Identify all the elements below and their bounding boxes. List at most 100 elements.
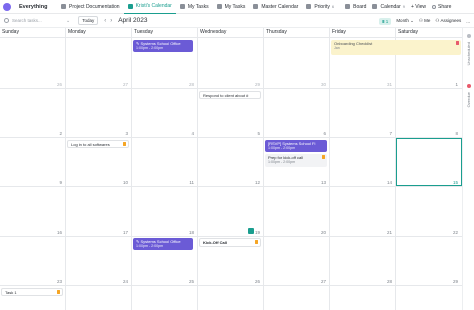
tab-badge: 6 bbox=[331, 4, 335, 9]
search-input[interactable]: Search tasks... bbox=[12, 18, 42, 23]
dow-thursday: Thursday bbox=[266, 29, 287, 35]
list-icon bbox=[179, 4, 185, 9]
today-day-number: 15 bbox=[452, 180, 458, 185]
grid-divider bbox=[263, 28, 264, 310]
day-of-week-header: Sunday Monday Tuesday Wednesday Thursday… bbox=[0, 28, 462, 37]
event-prep-kickoff[interactable]: Prep for kick-off call 1:00pm - 2:00pm bbox=[265, 154, 327, 167]
add-view-button[interactable]: + View bbox=[408, 0, 429, 14]
unscheduled-tab[interactable]: Unscheduled bbox=[466, 42, 471, 65]
event-log-in-softwares[interactable]: Log in to all softwares bbox=[67, 140, 129, 148]
day-number: 26 bbox=[56, 82, 62, 87]
day-number: 9 bbox=[59, 180, 62, 185]
grid-divider bbox=[65, 28, 66, 310]
list-icon bbox=[216, 4, 222, 9]
tab-my-tasks[interactable]: My Tasks bbox=[176, 0, 213, 14]
day-number: 30 bbox=[320, 82, 326, 87]
event-date: Jan bbox=[334, 46, 340, 50]
event-task-1[interactable]: Task 1 bbox=[1, 288, 63, 296]
chevron-down-icon[interactable]: ⌄ bbox=[66, 18, 70, 24]
overdue-count-icon bbox=[467, 84, 471, 88]
board-icon bbox=[345, 4, 351, 9]
tab-kristis-calendar[interactable]: Kristi's Calendar bbox=[123, 0, 176, 14]
tab-calendar[interactable]: Calendar 9 bbox=[369, 0, 408, 14]
dow-saturday: Saturday bbox=[398, 29, 419, 35]
event-kickoff-call[interactable]: Kick-Off Call bbox=[199, 238, 261, 247]
day-number: 17 bbox=[122, 230, 128, 235]
dow-wednesday: Wednesday bbox=[200, 29, 227, 35]
me-label: Me bbox=[424, 18, 431, 23]
today-button[interactable]: Today bbox=[78, 16, 99, 25]
day-number: 12 bbox=[254, 180, 260, 185]
day-number: 27 bbox=[122, 82, 128, 87]
unscheduled-count-icon bbox=[467, 34, 471, 38]
grid-divider bbox=[131, 28, 132, 310]
share-button[interactable]: Share bbox=[429, 0, 454, 14]
day-number: 2 bbox=[59, 131, 62, 136]
assignees-filter[interactable]: ⚇ Assignees bbox=[435, 18, 461, 24]
tab-project-documentation[interactable]: Project Documentation bbox=[57, 0, 124, 14]
dow-friday: Friday bbox=[332, 29, 346, 35]
event-respond-to-client[interactable]: Respond to client about # bbox=[199, 91, 261, 99]
tab-badge: 9 bbox=[402, 4, 405, 9]
day-number: 25 bbox=[188, 279, 194, 284]
tab-label: Project Documentation bbox=[69, 3, 120, 10]
workspace-switcher[interactable]: Everything bbox=[0, 2, 57, 11]
toolbar-right: ⩩ 1 Month ⌄ ⚇ Me ⚇ Assignees ... bbox=[379, 14, 470, 28]
event-title: Task 1 bbox=[5, 290, 17, 295]
day-number: 29 bbox=[452, 279, 458, 284]
priority-flag-icon bbox=[456, 41, 459, 45]
event-time: 1:00pm - 2:00pm bbox=[268, 146, 296, 150]
calendar-icon bbox=[253, 4, 259, 9]
priority-flag-icon bbox=[255, 240, 258, 244]
day-number: 22 bbox=[452, 230, 458, 235]
filter-button[interactable]: ⩩ 1 bbox=[379, 17, 392, 25]
event-title: Respond to client about # bbox=[203, 93, 249, 98]
day-number: 5 bbox=[257, 131, 260, 136]
calendar-icon bbox=[127, 3, 133, 9]
tab-my-tasks-2[interactable]: My Tasks bbox=[213, 0, 250, 14]
tab-priority[interactable]: Priority 6 bbox=[302, 0, 338, 14]
search-box[interactable]: Search tasks... bbox=[0, 18, 66, 23]
event-title: Kick-Off Call bbox=[203, 240, 228, 245]
day-number: 29 bbox=[254, 82, 260, 87]
day-number: 4 bbox=[191, 131, 194, 136]
overdue-tab[interactable]: Overdue bbox=[466, 92, 471, 107]
more-options-icon[interactable]: ... bbox=[466, 19, 470, 24]
day-number: 31 bbox=[386, 82, 392, 87]
priority-flag-icon bbox=[123, 142, 126, 146]
day-number: 6 bbox=[323, 131, 326, 136]
search-icon bbox=[4, 18, 9, 23]
grid-divider bbox=[197, 28, 198, 310]
day-number: 13 bbox=[320, 180, 326, 185]
today-cell[interactable] bbox=[396, 138, 462, 186]
calendar-toolbar: Search tasks... ⌄ Today ‹ › April 2023 ⩩… bbox=[0, 14, 474, 28]
tab-label: Master Calendar bbox=[261, 3, 299, 10]
month-label: April 2023 bbox=[118, 17, 148, 24]
me-filter[interactable]: ⚇ Me bbox=[419, 18, 431, 24]
tab-board[interactable]: Board bbox=[342, 0, 369, 14]
add-task-icon[interactable] bbox=[248, 228, 254, 234]
next-month-icon[interactable]: › bbox=[110, 18, 112, 24]
event-onboarding-checklist[interactable]: Onboarding Checklist Jan bbox=[331, 40, 461, 55]
tab-master-calendar[interactable]: Master Calendar bbox=[249, 0, 302, 14]
calendar-icon bbox=[372, 4, 378, 9]
view-mode-select[interactable]: Month ⌄ bbox=[396, 18, 414, 24]
grid-divider bbox=[0, 285, 462, 286]
month-calendar-grid: Sunday Monday Tuesday Wednesday Thursday… bbox=[0, 28, 462, 310]
dow-sunday: Sunday bbox=[2, 29, 19, 35]
event-systems-school-office-2[interactable]: ✎ Systems School Office 1:00pm - 2:00pm bbox=[133, 238, 193, 250]
tab-label: Priority bbox=[314, 3, 330, 10]
day-number: 26 bbox=[254, 279, 260, 284]
day-number: 14 bbox=[386, 180, 392, 185]
prev-month-icon[interactable]: ‹ bbox=[104, 18, 106, 24]
view-mode-label: Month bbox=[396, 18, 409, 23]
event-rsvp-systems-school[interactable]: [RSVP] Systems School Fi 1:00pm - 2:00pm bbox=[265, 140, 327, 152]
day-number: 10 bbox=[122, 180, 128, 185]
tab-label: My Tasks bbox=[224, 3, 246, 10]
grid-divider bbox=[0, 137, 462, 138]
event-systems-school-office[interactable]: ✎ Systems School Office 1:00pm - 2:00pm bbox=[133, 40, 193, 52]
tab-label: Board bbox=[353, 3, 367, 10]
dow-tuesday: Tuesday bbox=[134, 29, 153, 35]
day-number: 3 bbox=[125, 131, 128, 136]
list-icon bbox=[306, 4, 312, 9]
